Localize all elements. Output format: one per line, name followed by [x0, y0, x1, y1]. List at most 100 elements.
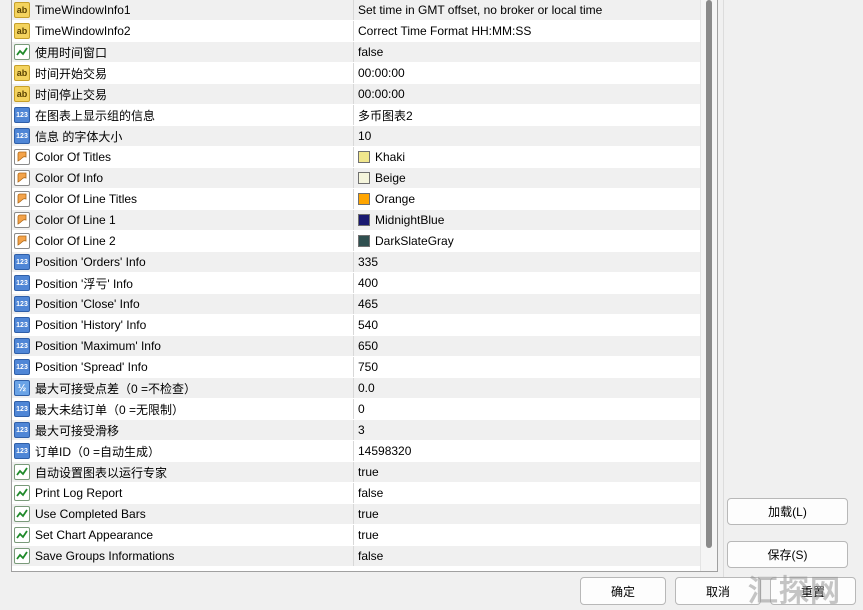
input-value-cell[interactable]: 650: [354, 336, 700, 356]
input-name-text: Print Log Report: [35, 486, 123, 500]
input-name-cell: ab TimeWindowInfo2: [12, 21, 354, 41]
input-name-text: Save Groups Informations: [35, 549, 175, 563]
input-value-text: true: [358, 528, 379, 542]
input-value-cell[interactable]: 14598320: [354, 441, 700, 461]
input-value-cell[interactable]: 540: [354, 315, 700, 335]
input-value-cell[interactable]: Beige: [354, 168, 700, 188]
input-value-text: 10: [358, 129, 372, 143]
save-button[interactable]: 保存(S): [727, 541, 848, 568]
input-name-text: Set Chart Appearance: [35, 528, 154, 542]
input-value-text: 540: [358, 318, 379, 332]
input-name-cell: 123 订单ID（0 =自动生成）: [12, 441, 354, 461]
input-row[interactable]: ab TimeWindowInfo1 Set time in GMT offset,…: [12, 0, 700, 21]
input-value-cell[interactable]: 3: [354, 420, 700, 440]
input-name-cell: ½ 最大可接受点差（0 =不检查）: [12, 378, 354, 398]
input-row[interactable]: 123 信息 的字体大小 10: [12, 126, 700, 147]
load-button[interactable]: 加载(L): [727, 498, 848, 525]
input-row[interactable]: Use Completed Bars true: [12, 504, 700, 525]
input-row[interactable]: 123 Position '浮亏' Info 400: [12, 273, 700, 294]
input-name-text: Use Completed Bars: [35, 507, 146, 521]
input-name-text: 最大可接受滑移: [35, 423, 120, 438]
input-name-cell: ab 时间停止交易: [12, 84, 354, 104]
input-row[interactable]: 使用时间窗口 false: [12, 42, 700, 63]
integer-icon: 123: [14, 107, 30, 123]
input-value-text: 多币图表2: [358, 108, 413, 123]
input-value-cell[interactable]: 750: [354, 357, 700, 377]
vertical-scrollbar[interactable]: [700, 0, 717, 571]
input-value-cell[interactable]: 00:00:00: [354, 84, 700, 104]
input-row[interactable]: Save Groups Informations false: [12, 546, 700, 567]
input-value-cell[interactable]: 10: [354, 126, 700, 146]
input-row[interactable]: Color Of Titles Khaki: [12, 147, 700, 168]
integer-icon: 123: [14, 296, 30, 312]
input-value-text: 750: [358, 360, 379, 374]
input-value-text: 14598320: [358, 444, 412, 458]
input-value-text: false: [358, 45, 384, 59]
input-value-cell[interactable]: Correct Time Format HH:MM:SS: [354, 21, 700, 41]
input-name-text: Position 'Orders' Info: [35, 255, 146, 269]
input-name-text: 信息 的字体大小: [35, 129, 123, 144]
input-name-text: 订单ID（0 =自动生成）: [35, 444, 161, 459]
input-value-cell[interactable]: 400: [354, 273, 700, 293]
input-value-cell[interactable]: 465: [354, 294, 700, 314]
scrollbar-thumb[interactable]: [706, 0, 712, 548]
input-value-cell[interactable]: MidnightBlue: [354, 210, 700, 230]
input-name-cell: 123 信息 的字体大小: [12, 126, 354, 146]
input-row[interactable]: ab TimeWindowInfo2 Correct Time Format HH:…: [12, 21, 700, 42]
input-value-text: Set time in GMT offset, no broker or loc…: [358, 3, 603, 17]
input-row[interactable]: 123 订单ID（0 =自动生成） 14598320: [12, 441, 700, 462]
input-row[interactable]: ab 时间开始交易 00:00:00: [12, 63, 700, 84]
input-name-text: Position 'Close' Info: [35, 297, 140, 311]
input-row[interactable]: 123 Position 'Orders' Info 335: [12, 252, 700, 273]
input-value-cell[interactable]: true: [354, 525, 700, 545]
input-value-cell[interactable]: true: [354, 462, 700, 482]
input-value-cell[interactable]: 多币图表2: [354, 105, 700, 125]
input-row[interactable]: ab 时间停止交易 00:00:00: [12, 84, 700, 105]
input-row[interactable]: Print Log Report false: [12, 483, 700, 504]
input-value-cell[interactable]: false: [354, 42, 700, 62]
input-value-cell[interactable]: Khaki: [354, 147, 700, 167]
input-value-cell[interactable]: Set time in GMT offset, no broker or loc…: [354, 0, 700, 20]
input-row[interactable]: ½ 最大可接受点差（0 =不检查） 0.0: [12, 378, 700, 399]
input-row[interactable]: 123 Position 'Spread' Info 750: [12, 357, 700, 378]
input-value-text: 00:00:00: [358, 87, 405, 101]
color-icon: [14, 212, 30, 228]
integer-icon: 123: [14, 338, 30, 354]
input-row[interactable]: Color Of Line Titles Orange: [12, 189, 700, 210]
input-name-text: TimeWindowInfo2: [35, 24, 131, 38]
input-value-text: 0: [358, 402, 365, 416]
input-value-cell[interactable]: 0: [354, 399, 700, 419]
input-row[interactable]: 123 Position 'Maximum' Info 650: [12, 336, 700, 357]
input-value-cell[interactable]: 0.0: [354, 378, 700, 398]
input-name-cell: 123 Position '浮亏' Info: [12, 273, 354, 293]
input-row[interactable]: 123 Position 'Close' Info 465: [12, 294, 700, 315]
input-row[interactable]: 123 Position 'History' Info 540: [12, 315, 700, 336]
input-row[interactable]: Set Chart Appearance true: [12, 525, 700, 546]
ok-button[interactable]: 确定: [580, 577, 666, 605]
input-value-text: MidnightBlue: [375, 213, 445, 227]
input-name-text: Position 'Maximum' Info: [35, 339, 161, 353]
input-row[interactable]: Color Of Line 2 DarkSlateGray: [12, 231, 700, 252]
input-value-cell[interactable]: 335: [354, 252, 700, 272]
input-value-text: 3: [358, 423, 365, 437]
input-row[interactable]: 123 最大未结订单（0 =无限制） 0: [12, 399, 700, 420]
input-value-cell[interactable]: false: [354, 546, 700, 566]
input-value-cell[interactable]: Orange: [354, 189, 700, 209]
input-name-text: Color Of Titles: [35, 150, 112, 164]
input-row[interactable]: 自动设置图表以运行专家 true: [12, 462, 700, 483]
input-value-cell[interactable]: 00:00:00: [354, 63, 700, 83]
color-icon: [14, 170, 30, 186]
input-name-cell: 123 Position 'Spread' Info: [12, 357, 354, 377]
input-name-text: Position '浮亏' Info: [35, 276, 133, 291]
boolean-icon: [14, 527, 30, 543]
input-value-cell[interactable]: false: [354, 483, 700, 503]
input-row[interactable]: Color Of Line 1 MidnightBlue: [12, 210, 700, 231]
input-value-text: 465: [358, 297, 379, 311]
input-value-cell[interactable]: true: [354, 504, 700, 524]
input-row[interactable]: Color Of Info Beige: [12, 168, 700, 189]
input-value-cell[interactable]: DarkSlateGray: [354, 231, 700, 251]
integer-icon: 123: [14, 254, 30, 270]
input-name-text: TimeWindowInfo1: [35, 3, 131, 17]
input-row[interactable]: 123 最大可接受滑移 3: [12, 420, 700, 441]
input-row[interactable]: 123 在图表上显示组的信息 多币图表2: [12, 105, 700, 126]
